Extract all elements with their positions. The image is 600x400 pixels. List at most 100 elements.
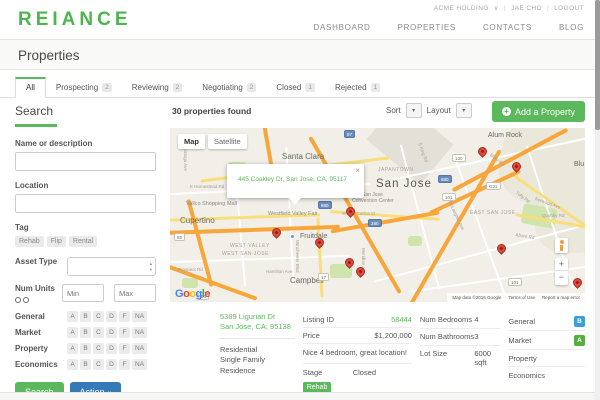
- caret-down-icon: ▾: [462, 108, 465, 114]
- divider: [220, 338, 295, 339]
- map-label-poi: Vallco Shopping Mall: [186, 201, 237, 207]
- map-canvas[interactable]: Santa Clara San Jose Cupertino Campbell …: [170, 128, 585, 302]
- brand-logo[interactable]: REIANCE: [18, 9, 132, 31]
- circle-icon[interactable]: [23, 297, 29, 303]
- grade-buttons: A B C D F NA: [67, 327, 147, 338]
- grade-c-button[interactable]: C: [93, 327, 104, 338]
- route-shield: 101: [508, 278, 522, 286]
- account-user[interactable]: JAE CHO: [511, 5, 542, 12]
- route-shield: G21: [486, 182, 501, 190]
- grade-f-button[interactable]: F: [119, 359, 130, 370]
- tag-rental[interactable]: Rental: [69, 236, 97, 247]
- route-shield: 85: [174, 233, 185, 241]
- grade-f-button[interactable]: F: [119, 311, 130, 322]
- tag-flip[interactable]: Flip: [47, 236, 66, 247]
- grade-na-button[interactable]: NA: [132, 343, 147, 354]
- add-property-button[interactable]: + Add a Property: [492, 101, 585, 122]
- account-company[interactable]: ACME HOLDING: [434, 5, 489, 12]
- property-type: Residential Single Family Residence: [220, 345, 295, 375]
- name-label: Name or description: [15, 139, 156, 148]
- nav-blog[interactable]: BLOG: [559, 23, 584, 32]
- property-address-link[interactable]: 5389 Ligurian Dr San Jose, CA, 95138: [220, 312, 295, 332]
- plus-circle-icon: +: [502, 107, 511, 116]
- grade-d-button[interactable]: D: [106, 359, 117, 370]
- grade-f-button[interactable]: F: [119, 343, 130, 354]
- map-marker[interactable]: [495, 242, 508, 255]
- tab-closed[interactable]: Closed1: [266, 79, 325, 97]
- google-logo[interactable]: Google: [175, 288, 210, 300]
- tab-label: Prospecting: [56, 83, 98, 92]
- rating-label: Market: [508, 336, 531, 345]
- nav-contacts[interactable]: CONTACTS: [483, 23, 532, 32]
- grade-b-button[interactable]: B: [80, 311, 91, 322]
- account-bar: ACME HOLDING ∨ | JAE CHO | LOGOUT: [434, 4, 584, 12]
- grade-na-button[interactable]: NA: [132, 327, 147, 338]
- grade-a-button[interactable]: A: [67, 343, 78, 354]
- lot-size-row: Lot Size 6000 sqft: [420, 346, 500, 372]
- min-units-input[interactable]: [62, 284, 104, 302]
- map-type-button[interactable]: Map: [178, 134, 205, 149]
- close-icon[interactable]: ×: [355, 166, 360, 175]
- footer-strip: [0, 392, 600, 400]
- satellite-type-button[interactable]: Satellite: [208, 134, 247, 149]
- asset-type-select[interactable]: ▴ ▾: [67, 257, 156, 276]
- tab-reviewing[interactable]: Reviewing2: [122, 79, 193, 97]
- nav-properties[interactable]: PROPERTIES: [398, 23, 456, 32]
- terms-link[interactable]: Terms of Use: [508, 295, 535, 300]
- grade-na-button[interactable]: NA: [132, 311, 147, 322]
- grade-c-button[interactable]: C: [93, 359, 104, 370]
- grade-a-button[interactable]: A: [67, 327, 78, 338]
- map-label-city: Blu: [574, 161, 584, 168]
- sidebar-title: Search: [15, 104, 156, 118]
- logo-letter: e: [204, 288, 210, 300]
- listing-id-link[interactable]: 58444: [391, 315, 412, 324]
- nav-dashboard[interactable]: DASHBOARD: [314, 23, 371, 32]
- chevron-down-icon[interactable]: ∨: [494, 4, 499, 12]
- grade-a-button[interactable]: A: [67, 359, 78, 370]
- grade-b-button[interactable]: B: [80, 327, 91, 338]
- bathrooms-row: Num Bathrooms 3: [420, 329, 500, 346]
- map-label-city: San Jose: [376, 178, 432, 190]
- zoom-out-button[interactable]: −: [555, 271, 568, 284]
- grade-a-button[interactable]: A: [67, 311, 78, 322]
- zoom-in-button[interactable]: +: [555, 258, 568, 271]
- tab-count-badge: 2: [173, 83, 183, 92]
- circle-icon[interactable]: [15, 297, 21, 303]
- logout-link[interactable]: LOGOUT: [554, 5, 584, 12]
- grade-f-button[interactable]: F: [119, 327, 130, 338]
- price-value: $1,200,000: [374, 331, 412, 340]
- infowindow-address-link[interactable]: 445 Coakley Dr, San Jose, CA, 95117: [235, 176, 350, 183]
- map-label-city: Cupertino: [180, 216, 215, 225]
- pegman-control[interactable]: [555, 238, 568, 253]
- grade-d-button[interactable]: D: [106, 311, 117, 322]
- layout-select[interactable]: ▾: [456, 103, 472, 118]
- tab-rejected[interactable]: Rejected1: [325, 79, 390, 97]
- max-units-input[interactable]: [114, 284, 156, 302]
- tag-rehab[interactable]: Rehab: [15, 236, 44, 247]
- select-stepper-icon: ▴ ▾: [150, 261, 152, 273]
- map-label-area: JAPANTOWN: [378, 167, 413, 173]
- grade-c-button[interactable]: C: [93, 343, 104, 354]
- grade-d-button[interactable]: D: [106, 343, 117, 354]
- map-marker[interactable]: [476, 145, 489, 158]
- lot-size-value: 6000 sqft: [474, 349, 500, 369]
- grade-b-button[interactable]: B: [80, 343, 91, 354]
- poi-dot: [290, 234, 295, 239]
- tab-prospecting[interactable]: Prospecting2: [46, 79, 122, 97]
- route-shield: 680: [438, 175, 452, 183]
- scrollbar-thumb[interactable]: [595, 0, 600, 130]
- route-shield: 17: [318, 273, 329, 281]
- report-error-link[interactable]: Report a map error: [542, 295, 580, 300]
- add-property-label: Add a Property: [515, 107, 575, 117]
- sort-select[interactable]: ▾: [406, 103, 422, 118]
- name-input[interactable]: [15, 152, 156, 171]
- grade-c-button[interactable]: C: [93, 311, 104, 322]
- rating-property-row: Property: [508, 350, 585, 367]
- tab-all[interactable]: All: [15, 77, 46, 98]
- grade-b-button[interactable]: B: [80, 359, 91, 370]
- grade-na-button[interactable]: NA: [132, 359, 147, 370]
- location-input[interactable]: [15, 194, 156, 213]
- grade-d-button[interactable]: D: [106, 327, 117, 338]
- grade-row-label: Property: [15, 344, 67, 353]
- tab-negotiating[interactable]: Negotiating2: [192, 79, 266, 97]
